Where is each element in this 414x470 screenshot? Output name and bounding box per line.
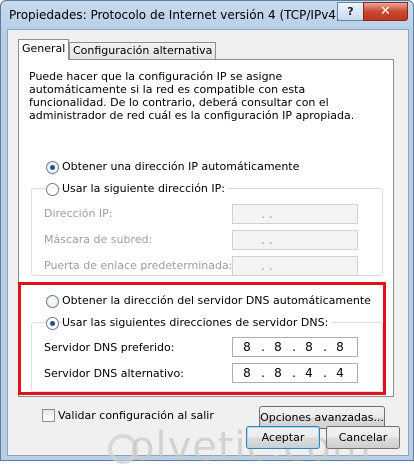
dns-highlight-box bbox=[18, 282, 386, 395]
ip-manual-label[interactable]: Usar la siguiente dirección IP: bbox=[62, 182, 228, 195]
radio-ip-automatic[interactable] bbox=[46, 161, 59, 174]
gateway-field: . . . bbox=[232, 256, 358, 287]
ip-automatic-label[interactable]: Obtener una dirección IP automáticamente bbox=[62, 160, 299, 173]
tab-configuracion-alternativa[interactable]: Configuración alternativa bbox=[69, 42, 217, 59]
description-text: Puede hacer que la configuración IP se a… bbox=[29, 70, 355, 122]
dialog-client-area: General Configuración alternativa Puede … bbox=[7, 29, 409, 470]
ip-address-field: . . . bbox=[232, 204, 358, 235]
dialog-window: Propiedades: Protocolo de Internet versi… bbox=[0, 0, 414, 470]
close-button[interactable]: ✕ bbox=[363, 2, 408, 21]
gateway-label: Puerta de enlace predeterminada: bbox=[44, 259, 233, 272]
ip-address-label: Dirección IP: bbox=[44, 207, 113, 220]
window-title: Propiedades: Protocolo de Internet versi… bbox=[9, 8, 341, 22]
tab-general[interactable]: General bbox=[18, 39, 70, 60]
subnet-mask-field: . . . bbox=[232, 230, 358, 261]
validate-checkbox[interactable] bbox=[42, 409, 55, 422]
validate-label[interactable]: Validar configuración al salir bbox=[58, 409, 214, 422]
subnet-mask-label: Máscara de subred: bbox=[44, 233, 153, 246]
help-button[interactable]: ? bbox=[337, 2, 364, 21]
ok-button[interactable]: Aceptar bbox=[246, 426, 320, 449]
title-bar[interactable]: Propiedades: Protocolo de Internet versi… bbox=[1, 1, 413, 29]
radio-ip-manual[interactable] bbox=[46, 183, 59, 196]
cancel-button[interactable]: Cancelar bbox=[326, 426, 400, 449]
general-tab-panel: Puede hacer que la configuración IP se a… bbox=[18, 59, 394, 429]
